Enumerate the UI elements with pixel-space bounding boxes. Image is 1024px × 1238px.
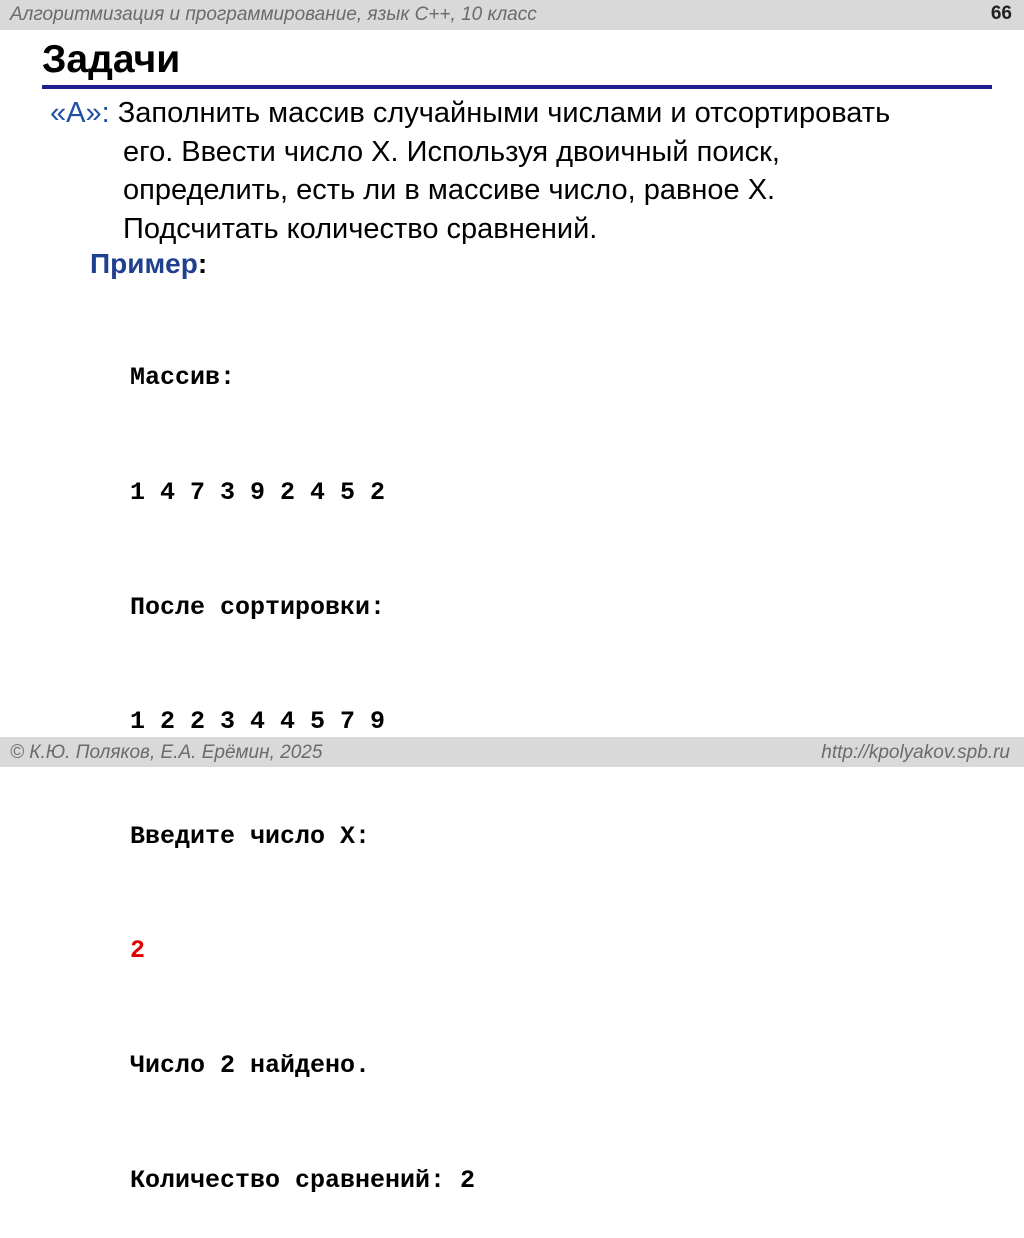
title-underline [42,85,992,89]
course-title: Алгоритмизация и программирование, язык … [10,4,537,25]
console-line: 1 4 7 3 9 2 4 5 2 [130,478,386,508]
task-line-1: «A»: Заполнить массив случайными числами… [50,94,990,133]
console-line: 1 2 2 3 4 4 5 7 9 [130,707,386,737]
footer-authors: © К.Ю. Поляков, Е.А. Ерёмин, 2025 [10,742,323,763]
console-line: После сортировки: [130,592,386,622]
task-label: «A»: [50,97,110,129]
header-bar: Алгоритмизация и программирование, язык … [0,0,1024,30]
console-user-input: 2 [130,936,146,966]
footer-url[interactable]: http://kpolyakov.spb.ru [821,742,1010,764]
task-line-2: его. Ввести число X. Используя двоичный … [123,135,780,168]
console-line: Массив: [130,363,236,393]
footer-bar: © К.Ю. Поляков, Е.А. Ерёмин, 2025 http:/… [0,737,1024,767]
task-line-3: определить, есть ли в массиве число, рав… [123,174,776,206]
slide-title: Задачи [42,38,181,81]
task-description: «A»: Заполнить массив случайными числами… [50,94,990,248]
console-line: Число 2 найдено. [130,1051,371,1081]
task-text-1: Заполнить массив случайными числами и от… [109,97,891,129]
example-label: Пример [90,248,198,279]
task-line-4: Подсчитать количество сравнений. [123,212,598,245]
page-number: 66 [990,3,1012,24]
console-line: Количество сравнений: 2 [130,1165,476,1195]
example-heading: Пример: [90,248,207,280]
console-line: Введите число X: [130,821,371,851]
example-colon: : [197,248,208,279]
